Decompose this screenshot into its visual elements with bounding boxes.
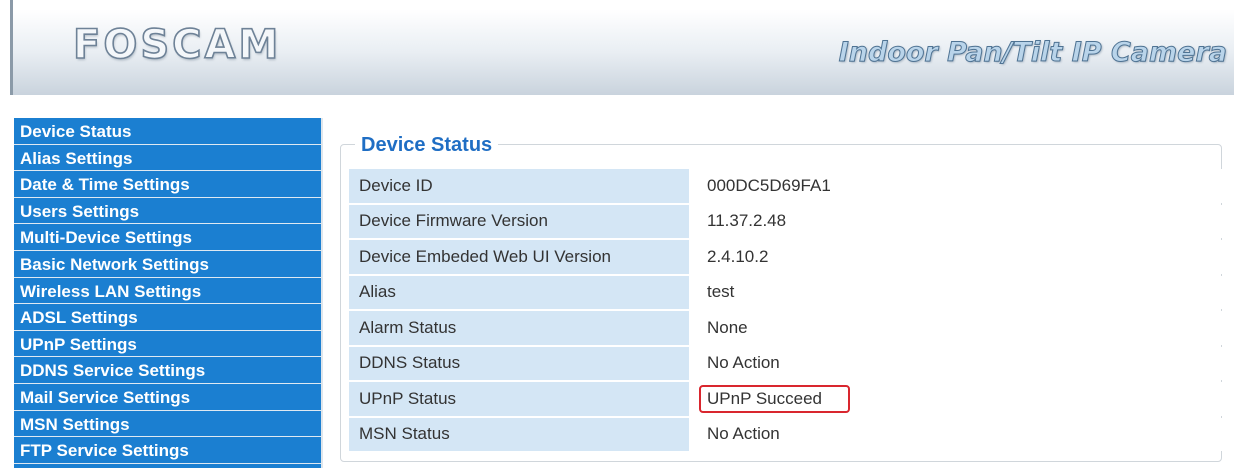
sidebar-item-device-status[interactable]: Device Status [14,118,321,145]
table-row: Device Embeded Web UI Version 2.4.10.2 [349,240,1227,274]
row-value: None [695,311,1227,345]
sidebar-item-upnp-settings[interactable]: UPnP Settings [14,331,321,358]
table-row: Alias test [349,275,1227,309]
sidebar-item-alias-settings[interactable]: Alias Settings [14,145,321,172]
row-label: UPnP Status [349,382,689,416]
sidebar-item-wireless-lan-settings[interactable]: Wireless LAN Settings [14,278,321,305]
row-label: DDNS Status [349,346,689,380]
row-value: No Action [695,417,1227,451]
table-row: Device Firmware Version 11.37.2.48 [349,204,1227,238]
header-banner: FOSCAM Indoor Pan/Tilt IP Camera [10,0,1234,95]
table-row: Alarm Status None [349,311,1227,345]
sidebar-item-ddns-service-settings[interactable]: DDNS Service Settings [14,357,321,384]
row-label: Device Embeded Web UI Version [349,240,689,274]
row-value: test [695,275,1227,309]
sidebar-item-date-time-settings[interactable]: Date & Time Settings [14,171,321,198]
row-label: Alarm Status [349,311,689,345]
table-row: UPnP Status UPnP Succeed [349,382,1227,416]
sidebar-menu: Device Status Alias Settings Date & Time… [14,118,323,468]
row-value-highlighted: UPnP Succeed [695,382,1227,416]
page-title: Device Status [355,130,499,160]
row-label: Device ID [349,169,689,203]
camera-web-ui: FOSCAM Indoor Pan/Tilt IP Camera Device … [0,0,1234,468]
device-status-table: Device ID 000DC5D69FA1 Device Firmware V… [349,167,1227,453]
row-label: MSN Status [349,417,689,451]
sidebar-item-mail-service-settings[interactable]: Mail Service Settings [14,384,321,411]
sidebar-item-multi-device-settings[interactable]: Multi-Device Settings [14,224,321,251]
sidebar-item-msn-settings[interactable]: MSN Settings [14,411,321,438]
sidebar-item-users-settings[interactable]: Users Settings [14,198,321,225]
row-value: 2.4.10.2 [695,240,1227,274]
foscam-logo: FOSCAM [72,21,282,69]
product-title: Indoor Pan/Tilt IP Camera [838,37,1227,69]
sidebar-item-adsl-settings[interactable]: ADSL Settings [14,304,321,331]
row-value: No Action [695,346,1227,380]
table-row: MSN Status No Action [349,417,1227,451]
sidebar-item-ftp-service-settings[interactable]: FTP Service Settings [14,437,321,464]
upnp-status-highlight: UPnP Succeed [699,384,850,413]
row-label: Alias [349,275,689,309]
sidebar-item-basic-network-settings[interactable]: Basic Network Settings [14,251,321,278]
row-value: 11.37.2.48 [695,204,1227,238]
row-label: Device Firmware Version [349,204,689,238]
row-value: 000DC5D69FA1 [695,169,1227,203]
table-row: Device ID 000DC5D69FA1 [349,169,1227,203]
table-row: DDNS Status No Action [349,346,1227,380]
